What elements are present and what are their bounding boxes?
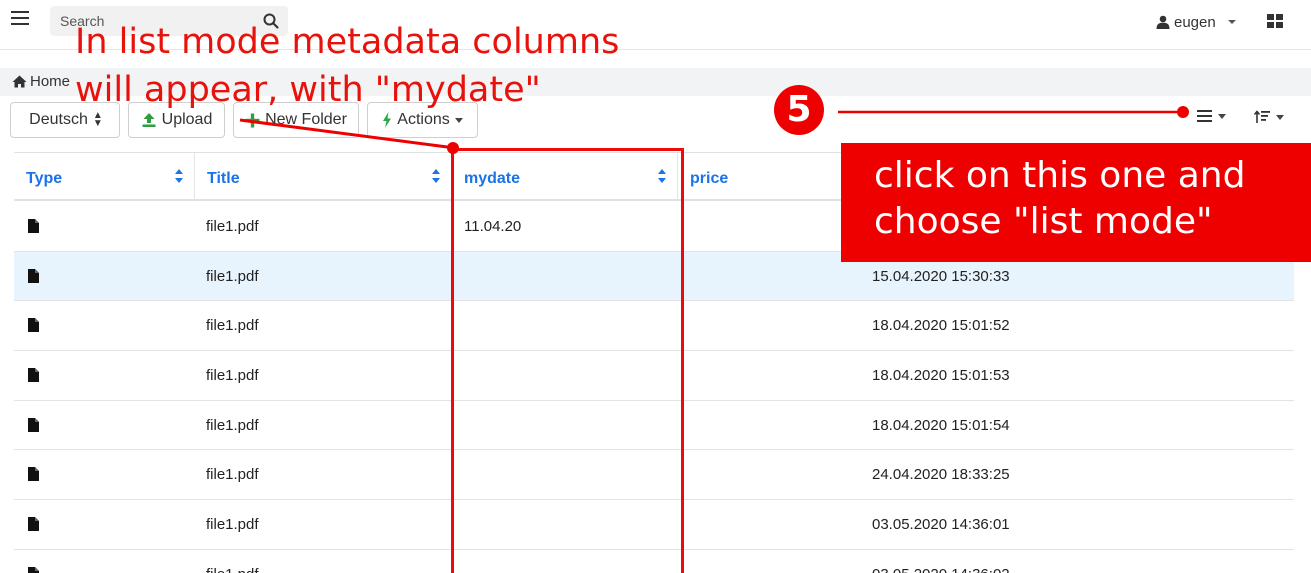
chevron-down-icon: [1276, 114, 1284, 120]
column-header-label: Type: [26, 170, 63, 187]
title-cell: file1.pdf: [206, 416, 259, 434]
upload-icon: [142, 113, 156, 127]
user-menu[interactable]: eugen: [1156, 12, 1236, 32]
annotation-callout-line2: choose "list mode": [874, 201, 1213, 242]
column-header-label: price: [690, 170, 729, 187]
apps-grid-icon[interactable]: [1267, 14, 1283, 28]
breadcrumb-home[interactable]: Home: [12, 73, 70, 90]
annotation-heading-line2: will appear, with "mydate": [75, 70, 541, 110]
annotation-heading: In list mode metadata columns will appea…: [75, 18, 795, 114]
file-icon: [28, 417, 39, 432]
step-badge: 5: [774, 85, 824, 135]
column-header-title[interactable]: Title: [195, 153, 452, 200]
bolt-icon: [383, 112, 392, 128]
annotation-callout: click on this one and choose "list mode": [841, 143, 1311, 262]
column-header-label: Title: [207, 170, 240, 187]
sort-icon: [1254, 110, 1270, 123]
chevron-down-icon: [1227, 20, 1236, 24]
view-mode-dropdown[interactable]: [1197, 110, 1226, 122]
plus-icon: [245, 113, 260, 127]
modified-cell: 24.04.2020 18:33:25: [872, 466, 1010, 484]
file-icon: [28, 467, 39, 482]
file-icon: [28, 318, 39, 333]
home-icon: [12, 75, 27, 88]
modified-cell: 18.04.2020 15:01:52: [872, 317, 1010, 335]
modified-cell: 18.04.2020 15:01:53: [872, 367, 1010, 385]
breadcrumb-home-label: Home: [30, 73, 71, 90]
modified-cell: 18.04.2020 15:01:54: [872, 416, 1010, 434]
title-cell: file1.pdf: [206, 516, 259, 534]
sort-toggle-icon: [432, 169, 440, 183]
annotation-callout-line1: click on this one and: [874, 155, 1246, 196]
modified-cell: 03.05.2020 14:36:02: [872, 566, 1010, 573]
title-cell: file1.pdf: [206, 218, 259, 235]
file-icon: [28, 219, 39, 233]
modified-cell: 15.04.2020 15:30:33: [872, 267, 1010, 285]
file-icon: [28, 517, 39, 532]
sort-toggle-icon: [175, 169, 183, 183]
user-icon: [1156, 15, 1170, 29]
select-arrows-icon: ▲ ▼: [92, 110, 103, 129]
modified-cell: 03.05.2020 14:36:01: [872, 516, 1010, 534]
highlight-box: [451, 148, 684, 573]
column-header-type[interactable]: Type: [14, 153, 195, 200]
sort-dropdown[interactable]: [1254, 110, 1284, 124]
hamburger-menu-icon[interactable]: [11, 11, 29, 27]
title-cell: file1.pdf: [206, 466, 259, 484]
title-cell: file1.pdf: [206, 267, 259, 285]
title-cell: file1.pdf: [206, 566, 259, 573]
annotation-heading-line1: In list mode metadata columns: [75, 22, 620, 62]
chevron-down-icon: [454, 117, 463, 123]
list-icon: [1197, 110, 1212, 122]
chevron-down-icon: [1218, 113, 1226, 119]
file-icon: [28, 368, 39, 383]
file-icon: [28, 566, 39, 573]
title-cell: file1.pdf: [206, 367, 259, 385]
file-icon: [28, 268, 39, 283]
title-cell: file1.pdf: [206, 317, 259, 335]
user-name: eugen: [1174, 13, 1216, 31]
